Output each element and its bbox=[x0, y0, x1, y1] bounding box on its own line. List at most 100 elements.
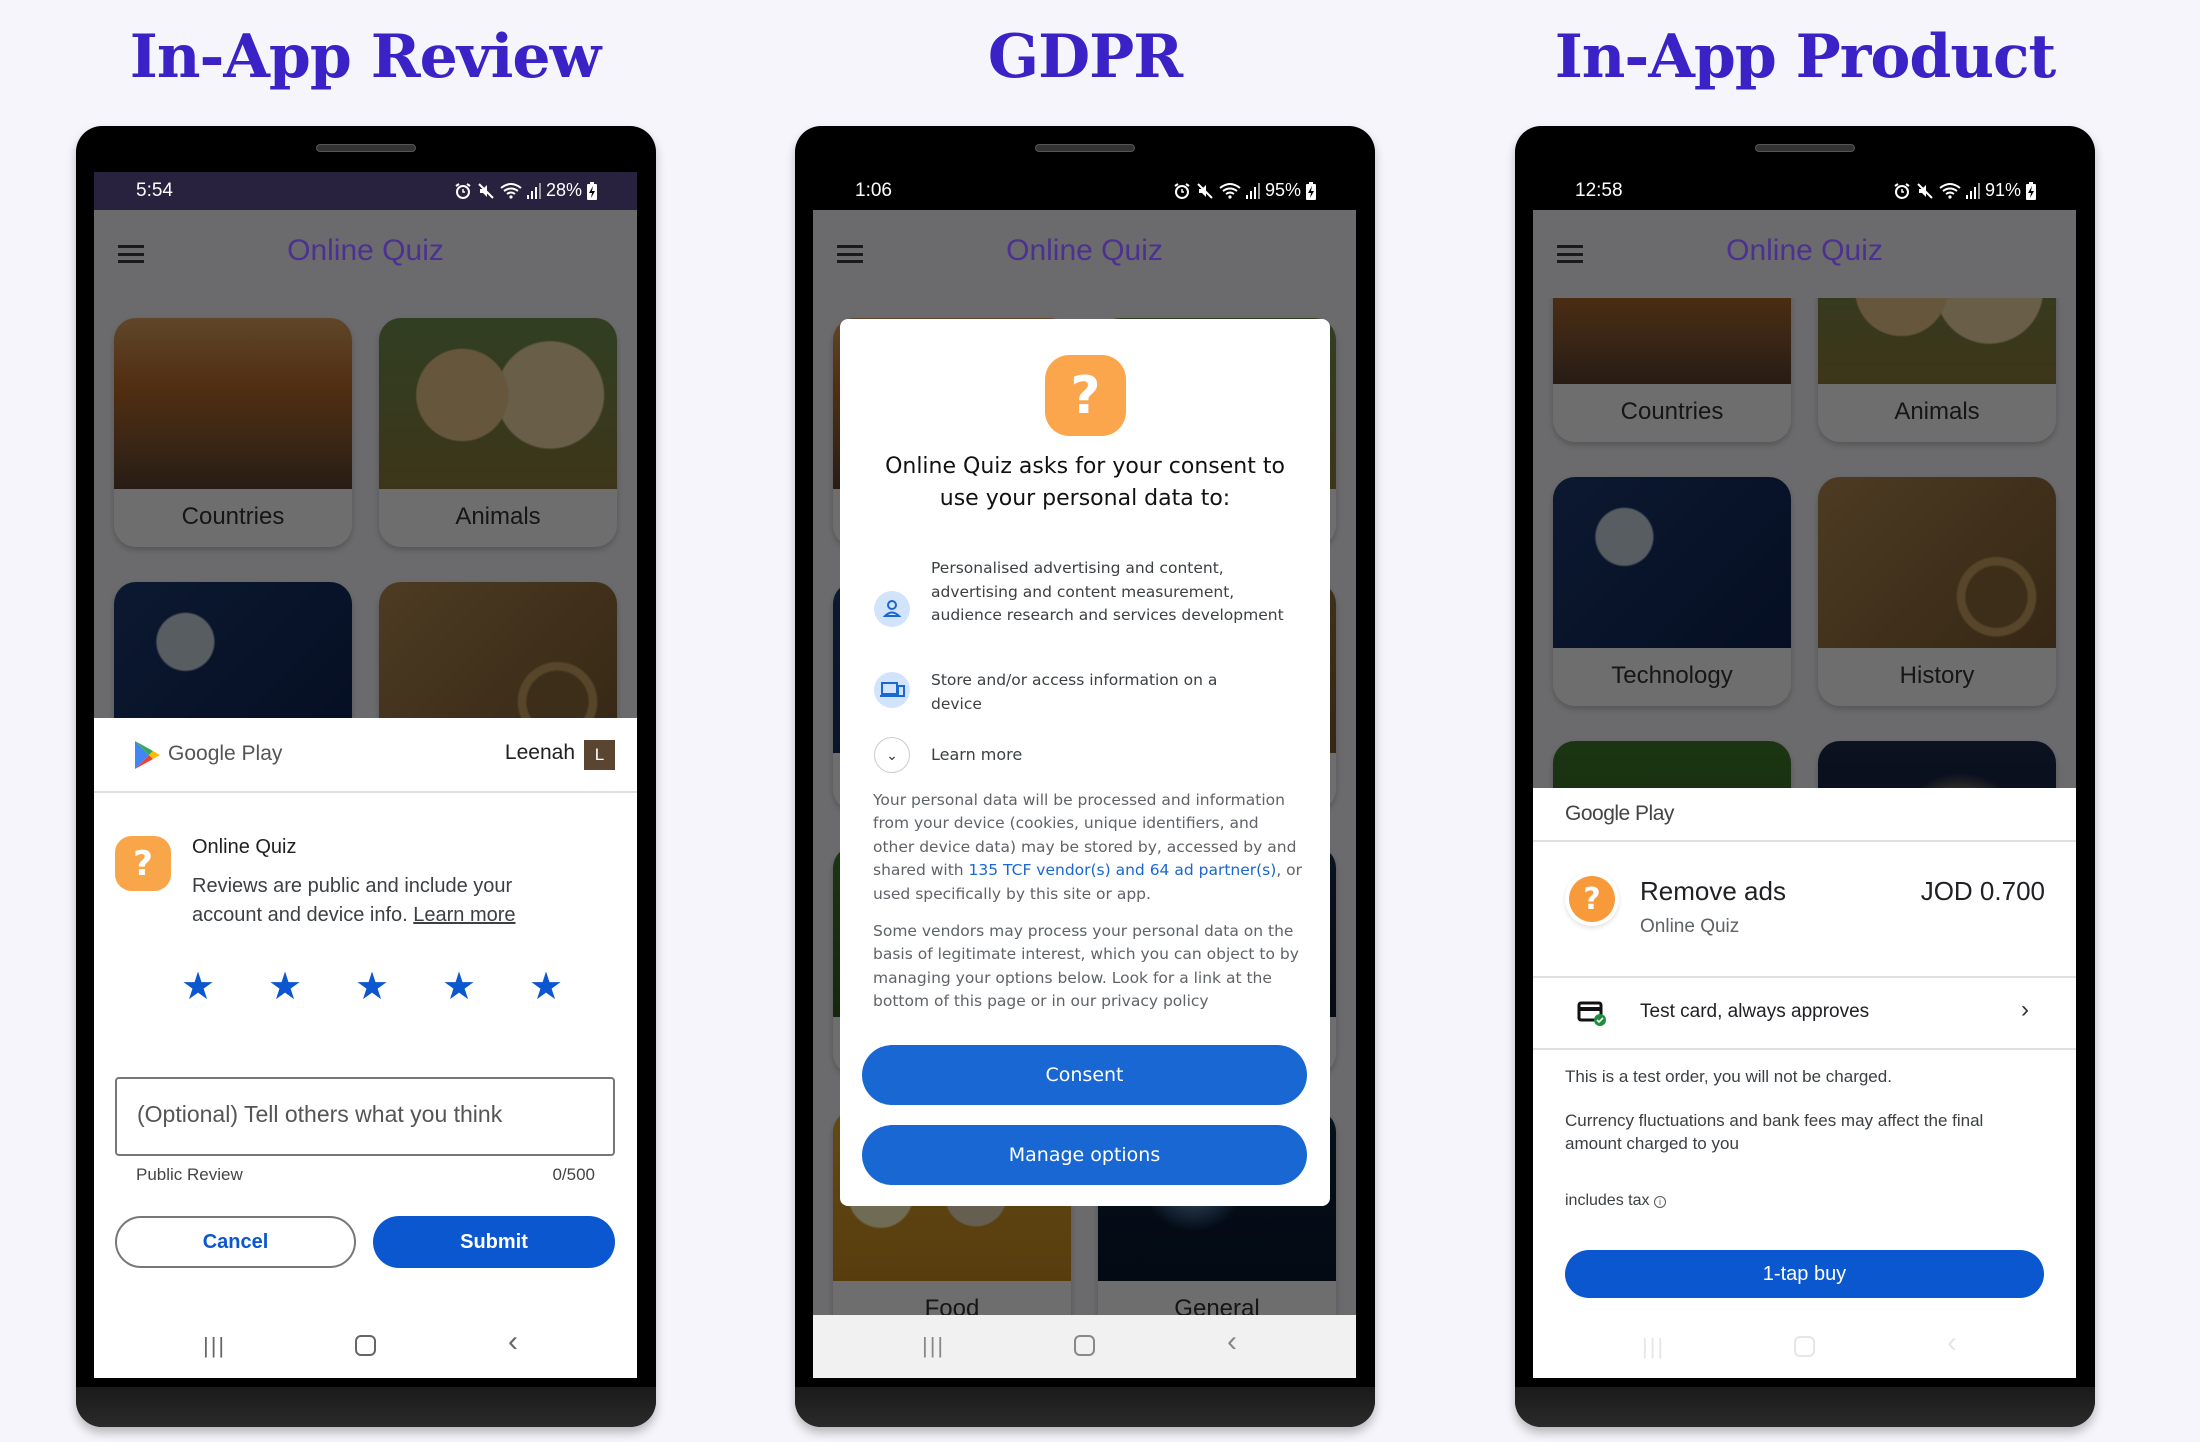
store-label: Google Play bbox=[168, 742, 283, 765]
back-icon[interactable]: ‹ bbox=[1947, 1326, 1957, 1360]
home-icon[interactable] bbox=[1794, 1336, 1815, 1357]
star-rating[interactable]: ★ ★ ★ ★ ★ bbox=[94, 966, 637, 1006]
review-sheet: Google Play Leenah L ? Online Quiz Revie… bbox=[94, 718, 637, 1378]
learn-more-label: Learn more bbox=[931, 745, 1023, 764]
vendors-link[interactable]: 135 TCF vendor(s) and 64 ad partner(s) bbox=[969, 861, 1277, 879]
learn-more-toggle[interactable]: ⌄ Learn more bbox=[874, 737, 1124, 775]
screen: 5:54 28% Online Quiz CountriesAnimalsTec… bbox=[94, 172, 637, 1378]
signal-icon bbox=[1245, 182, 1260, 199]
star-icon[interactable]: ★ bbox=[268, 966, 302, 1006]
screen: CountriesAnimalsTechnologyHistoryFoodGen… bbox=[1533, 172, 2076, 1378]
consent-paragraph: Your personal data will be processed and… bbox=[873, 789, 1303, 906]
info-icon[interactable]: i bbox=[1653, 1196, 1666, 1208]
char-count: 0/500 bbox=[552, 1165, 595, 1184]
chevron-down-icon: ⌄ bbox=[874, 737, 910, 773]
home-icon[interactable] bbox=[1074, 1335, 1095, 1356]
tax-info[interactable]: includes tax i bbox=[1565, 1192, 1666, 1210]
product-name: Remove ads bbox=[1640, 876, 1786, 906]
submit-label: Submit bbox=[460, 1230, 528, 1253]
app-icon: ? bbox=[1569, 876, 1615, 922]
star-icon[interactable]: ★ bbox=[181, 966, 215, 1006]
product-app-name: Online Quiz bbox=[1640, 916, 1740, 937]
mute-icon bbox=[1197, 182, 1213, 199]
divider bbox=[1533, 1048, 2076, 1050]
scrim bbox=[1533, 298, 2076, 788]
signal-icon bbox=[526, 182, 541, 199]
learn-more-link[interactable]: Learn more bbox=[413, 904, 515, 926]
consent-dialog: ? Online Quiz asks for your consent to u… bbox=[840, 319, 1330, 1206]
home-icon[interactable] bbox=[355, 1335, 376, 1356]
payment-method-row[interactable]: Test card, always approves › bbox=[1533, 978, 2076, 1048]
one-tap-buy-button[interactable]: 1-tap buy bbox=[1565, 1250, 2044, 1298]
alarm-icon bbox=[1174, 182, 1190, 199]
nav-bar: ||| ‹ bbox=[1533, 1316, 2076, 1378]
app-title: Online Quiz bbox=[287, 234, 444, 267]
divider bbox=[1533, 840, 2076, 842]
app-title: Online Quiz bbox=[1726, 234, 1883, 267]
app-icon: ? bbox=[1045, 355, 1126, 436]
purpose-text: Personalised advertising and content, ad… bbox=[931, 559, 1284, 624]
user-name: Leenah bbox=[504, 741, 575, 764]
cancel-button[interactable]: Cancel bbox=[115, 1216, 356, 1268]
alarm-icon bbox=[1894, 182, 1910, 199]
person-icon bbox=[874, 591, 910, 627]
status-time: 12:58 bbox=[1575, 180, 1623, 201]
speaker-grille bbox=[316, 144, 416, 152]
recent-apps-icon[interactable]: ||| bbox=[203, 1333, 226, 1359]
purpose-text: Store and/or access information on a dev… bbox=[931, 671, 1218, 713]
back-icon[interactable]: ‹ bbox=[1227, 1325, 1237, 1359]
star-icon[interactable]: ★ bbox=[355, 966, 389, 1006]
status-time: 5:54 bbox=[136, 180, 173, 201]
app-bar: Online Quiz bbox=[94, 210, 637, 298]
status-bar: 12:58 91% bbox=[1533, 172, 2076, 210]
star-icon[interactable]: ★ bbox=[442, 966, 476, 1006]
battery-charging-icon bbox=[1306, 181, 1316, 200]
consent-label: Consent bbox=[1045, 1064, 1124, 1086]
phone-in-app-review: 5:54 28% Online Quiz CountriesAnimalsTec… bbox=[76, 126, 656, 1427]
google-play-header: Google Play Leenah L bbox=[94, 718, 637, 792]
app-title: Online Quiz bbox=[1006, 234, 1163, 267]
recent-apps-icon[interactable]: ||| bbox=[922, 1333, 945, 1359]
phone-gdpr: 1:06 95% Online Quiz CountriesAnimalsTec… bbox=[795, 126, 1375, 1427]
store-label: Google Play bbox=[1565, 802, 1674, 825]
phone-in-app-product: CountriesAnimalsTechnologyHistoryFoodGen… bbox=[1515, 126, 2095, 1427]
payment-method-label: Test card, always approves bbox=[1640, 1001, 1870, 1022]
app-bar: Online Quiz bbox=[813, 210, 1356, 298]
recent-apps-icon[interactable]: ||| bbox=[1642, 1334, 1665, 1360]
wifi-icon bbox=[500, 182, 522, 199]
battery-percent: 91% bbox=[1984, 180, 2021, 200]
scrim bbox=[94, 298, 637, 718]
consent-button[interactable]: Consent bbox=[862, 1045, 1307, 1105]
battery-percent: 28% bbox=[545, 180, 582, 200]
google-play-logo-icon bbox=[135, 741, 160, 769]
manage-options-button[interactable]: Manage options bbox=[862, 1125, 1307, 1185]
signal-icon bbox=[1965, 182, 1980, 199]
legitimate-interest-paragraph: Some vendors may process your personal d… bbox=[873, 922, 1299, 1011]
alarm-icon bbox=[455, 182, 471, 199]
divider bbox=[94, 791, 637, 793]
submit-button[interactable]: Submit bbox=[373, 1216, 615, 1268]
phone-chin bbox=[795, 1387, 1375, 1427]
cancel-label: Cancel bbox=[202, 1230, 269, 1253]
test-order-notice: This is a test order, you will not be ch… bbox=[1565, 1067, 1892, 1086]
star-icon[interactable]: ★ bbox=[529, 966, 563, 1006]
phone-chin bbox=[1515, 1387, 2095, 1427]
back-icon[interactable]: ‹ bbox=[508, 1325, 518, 1359]
app-name: Online Quiz bbox=[192, 836, 297, 858]
title-in-app-product: In-App Product bbox=[1554, 22, 2057, 92]
screen: 1:06 95% Online Quiz CountriesAnimalsTec… bbox=[813, 172, 1356, 1378]
battery-charging-icon bbox=[587, 181, 597, 200]
status-bar: 1:06 95% bbox=[813, 172, 1356, 210]
nav-bar: ||| ‹ bbox=[94, 1315, 637, 1378]
battery-percent: 95% bbox=[1264, 180, 1301, 200]
review-placeholder: (Optional) Tell others what you think bbox=[137, 1101, 503, 1127]
tax-label: includes tax bbox=[1565, 1192, 1650, 1209]
status-bar: 5:54 28% bbox=[94, 172, 637, 210]
avatar[interactable]: L bbox=[584, 740, 615, 770]
credit-card-icon bbox=[1577, 1001, 1606, 1026]
phone-chin bbox=[76, 1387, 656, 1427]
wifi-icon bbox=[1939, 182, 1961, 199]
chevron-right-icon: › bbox=[2021, 996, 2029, 1023]
app-icon: ? bbox=[115, 836, 171, 891]
review-text-field[interactable]: (Optional) Tell others what you think bbox=[115, 1077, 615, 1156]
